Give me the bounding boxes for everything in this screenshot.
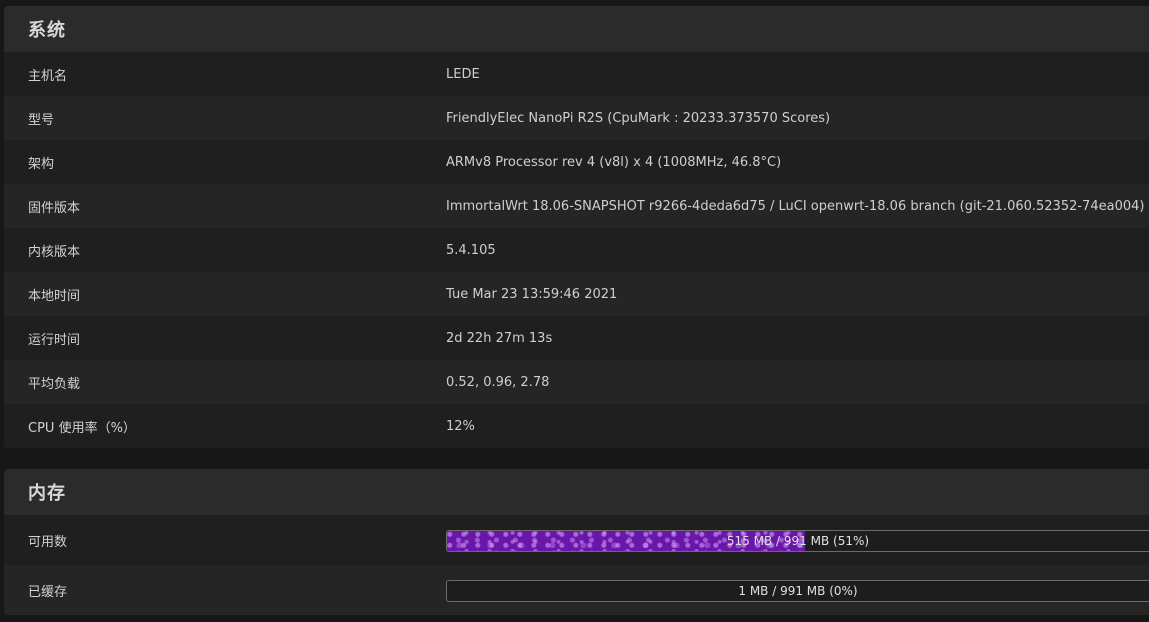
table-row-memory-available: 可用数 515 MB / 991 MB (51%) — [4, 515, 1149, 565]
row-value: 0.52, 0.96, 2.78 — [446, 374, 550, 390]
table-row-local-time: 本地时间 Tue Mar 23 13:59:46 2021 — [4, 272, 1149, 316]
table-row-cpu-usage: CPU 使用率（%） 12% — [4, 404, 1149, 448]
progress-bar-text: 515 MB / 991 MB (51%) — [726, 533, 870, 548]
memory-section: 内存 可用数 515 MB / 991 MB (51%) 已缓存 1 MB / … — [4, 469, 1149, 615]
row-value: 5.4.105 — [446, 242, 496, 258]
row-value: 2d 22h 27m 13s — [446, 330, 553, 346]
row-value: LEDE — [446, 66, 480, 82]
system-section: 系统 主机名 LEDE 型号 FriendlyElec NanoPi R2S (… — [4, 6, 1149, 448]
memory-section-title: 内存 — [4, 469, 1149, 515]
table-row-model: 型号 FriendlyElec NanoPi R2S (CpuMark : 20… — [4, 96, 1149, 140]
table-row-kernel: 内核版本 5.4.105 — [4, 228, 1149, 272]
row-label: 型号 — [28, 112, 55, 128]
row-value: FriendlyElec NanoPi R2S (CpuMark : 20233… — [446, 110, 831, 126]
row-label: 已缓存 — [28, 584, 68, 600]
table-row-uptime: 运行时间 2d 22h 27m 13s — [4, 316, 1149, 360]
row-label: CPU 使用率（%） — [28, 420, 136, 436]
memory-available-progress-bar: 515 MB / 991 MB (51%) — [446, 529, 1149, 552]
row-value: 515 MB / 991 MB (51%) — [446, 529, 1149, 552]
row-value: ImmortalWrt 18.06-SNAPSHOT r9266-4deda6d… — [446, 198, 1145, 214]
row-label: 运行时间 — [28, 332, 81, 348]
row-value: ARMv8 Processor rev 4 (v8l) x 4 (1008MHz… — [446, 154, 782, 170]
row-label: 架构 — [28, 156, 55, 172]
table-row-memory-cached: 已缓存 1 MB / 991 MB (0%) — [4, 565, 1149, 615]
row-label: 主机名 — [28, 68, 68, 84]
status-page: 系统 主机名 LEDE 型号 FriendlyElec NanoPi R2S (… — [4, 6, 1149, 615]
table-row-hostname: 主机名 LEDE — [4, 52, 1149, 96]
row-value: 1 MB / 991 MB (0%) — [446, 579, 1149, 602]
memory-table: 可用数 515 MB / 991 MB (51%) 已缓存 1 MB / 991… — [4, 515, 1149, 615]
row-label: 本地时间 — [28, 288, 81, 304]
row-value: 12% — [446, 418, 475, 434]
row-label: 固件版本 — [28, 200, 81, 216]
progress-bar-text: 1 MB / 991 MB (0%) — [738, 583, 858, 598]
system-section-title: 系统 — [4, 6, 1149, 52]
system-table: 主机名 LEDE 型号 FriendlyElec NanoPi R2S (Cpu… — [4, 52, 1149, 448]
table-row-load-average: 平均负载 0.52, 0.96, 2.78 — [4, 360, 1149, 404]
table-row-firmware: 固件版本 ImmortalWrt 18.06-SNAPSHOT r9266-4d… — [4, 184, 1149, 228]
table-row-architecture: 架构 ARMv8 Processor rev 4 (v8l) x 4 (1008… — [4, 140, 1149, 184]
row-label: 可用数 — [28, 534, 68, 550]
row-value: Tue Mar 23 13:59:46 2021 — [446, 286, 618, 302]
row-label: 内核版本 — [28, 244, 81, 260]
row-label: 平均负载 — [28, 376, 81, 392]
memory-cached-progress-bar: 1 MB / 991 MB (0%) — [446, 579, 1149, 602]
